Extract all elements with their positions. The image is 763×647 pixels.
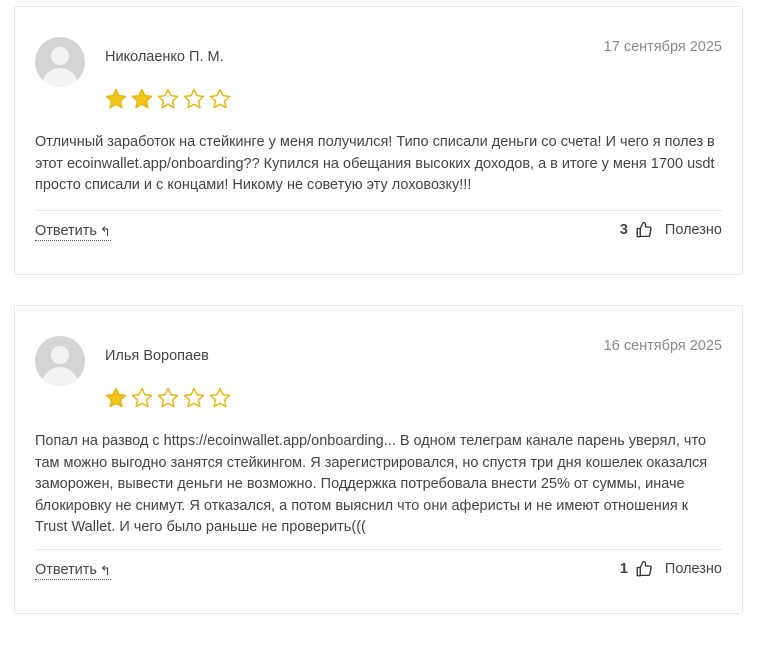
review-date: 16 сентября 2025 <box>603 338 722 354</box>
star-icon <box>105 387 127 408</box>
star-icon <box>209 88 231 109</box>
review-author: Николаенко П. М. <box>105 49 224 65</box>
review-card: Николаенко П. М. 17 сентября 2025 Отличн… <box>14 6 743 275</box>
reply-button[interactable]: Ответить ↰ <box>35 562 111 580</box>
divider <box>35 549 722 550</box>
review-author: Илья Воропаев <box>105 348 209 364</box>
star-icon <box>183 387 205 408</box>
star-icon <box>157 387 179 408</box>
helpful-vote[interactable]: 1 Полезно <box>620 560 722 578</box>
helpful-count: 3 <box>619 222 628 238</box>
star-rating <box>104 87 232 111</box>
helpful-label: Полезно <box>664 561 722 577</box>
divider <box>35 210 722 211</box>
star-icon <box>131 88 153 109</box>
review-date: 17 сентября 2025 <box>603 39 722 55</box>
reply-label: Ответить <box>35 562 97 578</box>
user-avatar-icon <box>35 37 85 87</box>
review-card: Илья Воропаев 16 сентября 2025 Попал на … <box>14 305 743 614</box>
star-icon <box>183 88 205 109</box>
reply-arrow-icon: ↰ <box>99 562 111 578</box>
review-text: Отличный заработок на стейкинге у меня п… <box>35 134 715 193</box>
reply-arrow-icon: ↰ <box>99 223 111 239</box>
helpful-count: 1 <box>619 561 628 577</box>
star-icon <box>131 387 153 408</box>
star-rating <box>104 386 232 410</box>
thumbs-up-icon[interactable] <box>635 560 653 578</box>
review-text: Попал на развод с https://ecoinwallet.ap… <box>35 433 708 535</box>
helpful-vote[interactable]: 3 Полезно <box>620 221 722 239</box>
star-icon <box>209 387 231 408</box>
star-icon <box>105 88 127 109</box>
reply-button[interactable]: Ответить ↰ <box>35 223 111 241</box>
helpful-label: Полезно <box>664 222 722 238</box>
star-icon <box>157 88 179 109</box>
thumbs-up-icon[interactable] <box>635 221 653 239</box>
reply-label: Ответить <box>35 223 97 239</box>
user-avatar-icon <box>35 336 85 386</box>
